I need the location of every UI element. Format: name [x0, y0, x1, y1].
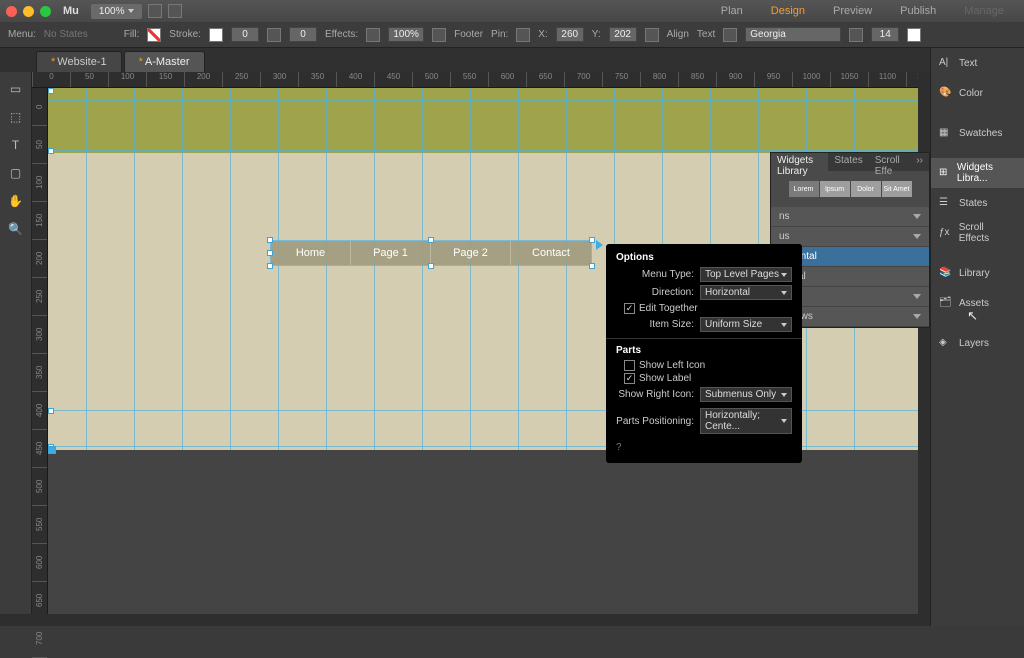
nav-manage: Manage [950, 1, 1018, 21]
bold-icon[interactable] [723, 28, 737, 42]
direction-label: Direction: [616, 287, 694, 298]
corner-radius[interactable] [289, 27, 317, 42]
redo-icon[interactable] [168, 4, 182, 18]
zoom-level[interactable]: 100% [91, 4, 143, 19]
stroke-swatch[interactable] [209, 28, 223, 42]
wl-item-ns[interactable]: ns [771, 207, 929, 227]
menu-type-label: Menu Type: [616, 269, 694, 280]
nav-design[interactable]: Design [757, 1, 819, 21]
stroke-width[interactable] [231, 27, 259, 42]
cursor-icon: ↖ [967, 308, 978, 324]
workspace: ▭ ⬚ T ▢ ✋ 🔍 0501001502002503003504004505… [0, 72, 930, 614]
selection-tool[interactable]: ▭ [5, 78, 27, 100]
align-label[interactable]: Align [667, 29, 689, 40]
menu-type-select[interactable]: Top Level Pages [700, 267, 792, 282]
fill-label: Fill: [124, 29, 140, 40]
wl-tab-states[interactable]: States [828, 153, 868, 171]
zoom-tool[interactable]: 🔍 [5, 218, 27, 240]
wl-prev-a: Lorem [789, 181, 819, 197]
opacity-input[interactable] [388, 27, 424, 42]
wl-tab-library[interactable]: Widgets Library [771, 153, 828, 171]
wl-prev-c: Dolor [851, 181, 881, 197]
scrollbar-horizontal[interactable] [0, 614, 930, 626]
menu-widget[interactable]: Home Page 1 Page 2 Contact [270, 240, 592, 266]
x-input[interactable] [556, 27, 584, 42]
pin-grid[interactable] [516, 28, 530, 42]
parts-heading: Parts [616, 345, 792, 356]
font-size[interactable] [871, 27, 899, 42]
direction-select[interactable]: Horizontal [700, 285, 792, 300]
menu-item-home[interactable]: Home [271, 241, 351, 265]
help-icon[interactable]: ? [616, 442, 792, 453]
nav-preview[interactable]: Preview [819, 1, 886, 21]
parts-pos-select[interactable]: Horizontally; Cente... [700, 408, 792, 434]
ruler-vertical[interactable]: 0501001502002503003504004505005506006507… [32, 88, 48, 614]
item-size-label: Item Size: [616, 319, 694, 330]
panel-library[interactable]: 📚Library [931, 258, 1024, 288]
menu-item-page2[interactable]: Page 2 [431, 241, 511, 265]
x-label: X: [538, 29, 547, 40]
menu-item-contact[interactable]: Contact [511, 241, 591, 265]
menu-item-page1[interactable]: Page 1 [351, 241, 431, 265]
show-right-icon-select[interactable]: Submenus Only [700, 387, 792, 402]
control-bar: Menu: No States Fill: Stroke: Effects: F… [0, 22, 1024, 48]
wl-tab-scroll[interactable]: Scroll Effe [869, 153, 911, 171]
hand-tool[interactable]: ✋ [5, 190, 27, 212]
show-left-icon-check[interactable]: Show Left Icon [624, 360, 792, 371]
show-right-icon-label: Show Right Icon: [616, 389, 694, 400]
parts-pos-label: Parts Positioning: [616, 416, 694, 427]
footer-label[interactable]: Footer [454, 29, 483, 40]
tools-column: ▭ ⬚ T ▢ ✋ 🔍 [0, 72, 32, 614]
wl-prev-d: Sit Amet [882, 181, 912, 197]
fill-swatch[interactable] [147, 28, 161, 42]
y-input[interactable] [609, 27, 637, 42]
options-flyout: Options Menu Type: Top Level Pages Direct… [606, 244, 802, 463]
text-label: Text [697, 29, 715, 40]
tab-website-1[interactable]: Website-1 [36, 51, 122, 72]
stroke-label: Stroke: [169, 29, 201, 40]
transform-icon[interactable] [645, 28, 659, 42]
font-size-icon [849, 28, 863, 42]
panel-column: A|Text 🎨Color ▦Swatches ⊞Widgets Libra..… [930, 48, 1024, 626]
corner-icon[interactable] [267, 28, 281, 42]
ruler-horizontal[interactable]: 0501001502002503003504004505005506006507… [32, 72, 930, 88]
anchor-icon[interactable] [432, 28, 446, 42]
tab-a-master[interactable]: A-Master [124, 51, 205, 72]
menu-label: Menu: [8, 29, 36, 40]
text-color-swatch[interactable] [907, 28, 921, 42]
document-tabstrip: Website-1 A-Master [0, 48, 1024, 72]
flyout-trigger-icon[interactable] [596, 240, 603, 250]
panel-swatches[interactable]: ▦Swatches [931, 118, 1024, 148]
canvas[interactable]: Home Page 1 Page 2 Contact Options Menu … [48, 88, 930, 614]
show-label-check[interactable]: Show Label [624, 373, 792, 384]
rectangle-tool[interactable]: ▢ [5, 162, 27, 184]
panel-widgets-lib[interactable]: ⊞Widgets Libra... [931, 158, 1024, 188]
panel-states[interactable]: ☰States [931, 188, 1024, 218]
item-size-select[interactable]: Uniform Size [700, 317, 792, 332]
pin-label: Pin: [491, 29, 508, 40]
app-logo: Mu [63, 5, 79, 17]
edit-together-check[interactable]: Edit Together [624, 303, 792, 314]
crop-tool[interactable]: ⬚ [5, 106, 27, 128]
nav-publish[interactable]: Publish [886, 1, 950, 21]
flyout-heading: Options [616, 252, 792, 263]
wl-more-icon[interactable]: ›› [910, 153, 929, 171]
minimize-window[interactable] [23, 6, 34, 17]
zoom-window[interactable] [40, 6, 51, 17]
menu-state[interactable]: No States [44, 29, 88, 40]
effects-icon[interactable] [366, 28, 380, 42]
panel-layers[interactable]: ◈Layers [931, 328, 1024, 358]
font-family[interactable] [745, 27, 841, 42]
text-tool[interactable]: T [5, 134, 27, 156]
y-label: Y: [592, 29, 601, 40]
titlebar: Mu 100% Plan Design Preview Publish Mana… [0, 0, 1024, 22]
undo-icon[interactable] [148, 4, 162, 18]
wl-prev-b: Ipsum [820, 181, 850, 197]
nav-plan[interactable]: Plan [707, 1, 757, 21]
close-window[interactable] [6, 6, 17, 17]
panel-text[interactable]: A|Text [931, 48, 1024, 78]
panel-color[interactable]: 🎨Color [931, 78, 1024, 108]
panel-scroll-fx[interactable]: ƒxScroll Effects [931, 218, 1024, 248]
effects-label: Effects: [325, 29, 358, 40]
